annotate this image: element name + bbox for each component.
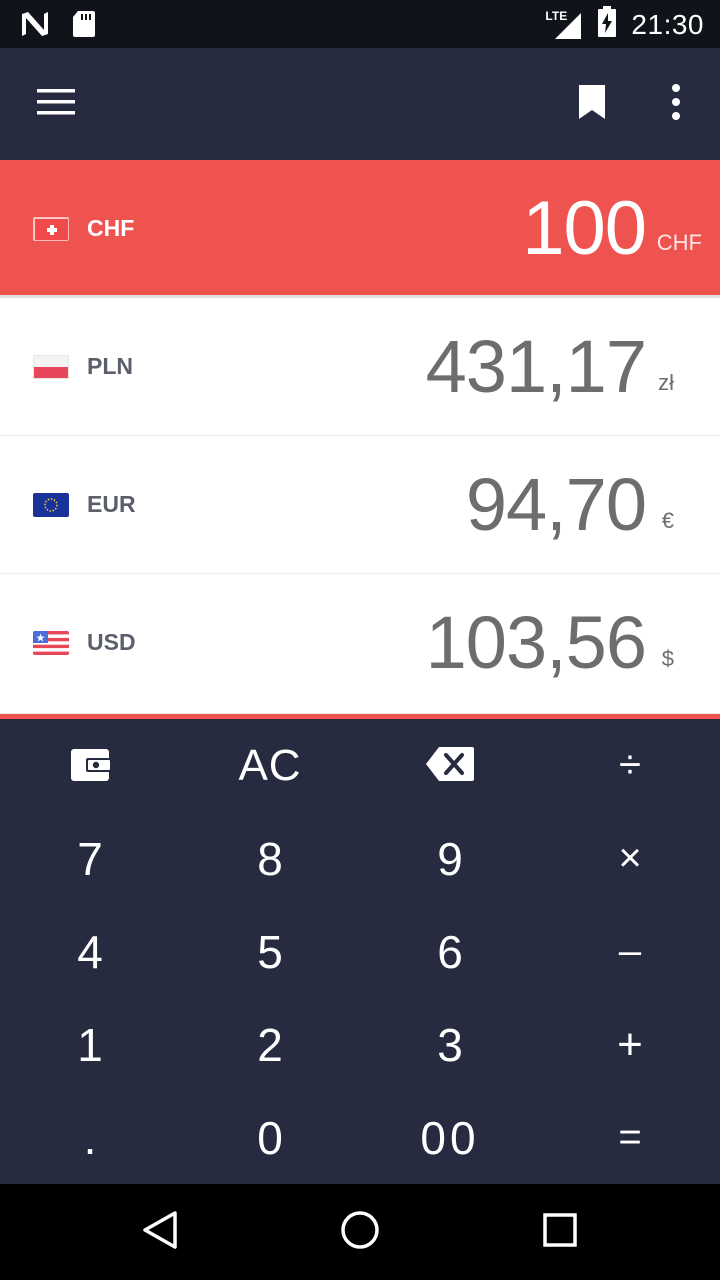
home-nav-icon [340, 1210, 380, 1255]
currency-code: USD [87, 629, 136, 655]
back-button[interactable] [136, 1208, 184, 1256]
key-7[interactable]: 7 [0, 812, 180, 905]
backspace-icon [425, 739, 475, 793]
currency-unit: € [661, 508, 674, 533]
clock: 21:30 [631, 8, 704, 40]
currency-amount: 94,70 [465, 463, 647, 546]
app-bar [0, 48, 720, 160]
minus-button[interactable]: – [540, 905, 720, 998]
plus-button[interactable]: + [540, 998, 720, 1091]
equals-button[interactable]: = [540, 1091, 720, 1184]
currency-unit: $ [661, 646, 674, 671]
lte-signal-icon: LTE [545, 8, 583, 41]
home-button[interactable] [336, 1208, 384, 1256]
more-options-button[interactable] [648, 76, 704, 132]
key-6[interactable]: 6 [360, 905, 540, 998]
all-clear-button[interactable]: AC [180, 719, 360, 812]
currency-code: PLN [87, 353, 133, 379]
menu-button[interactable] [28, 76, 84, 132]
recents-nav-icon [542, 1212, 578, 1253]
key-2[interactable]: 2 [180, 998, 360, 1091]
recents-button[interactable] [536, 1208, 584, 1256]
swiss-flag-icon [33, 217, 69, 241]
currency-amount: 100 [522, 186, 647, 271]
more-vert-icon [671, 83, 681, 125]
key-3[interactable]: 3 [360, 998, 540, 1091]
decimal-point-button[interactable]: . [0, 1091, 180, 1184]
menu-icon [37, 88, 75, 121]
sd-card-icon [72, 10, 96, 43]
currency-unit: zł [658, 370, 674, 395]
calculator-keypad: AC ÷ 7 8 9 × 4 5 6 – 1 2 3 + . 0 00 = [0, 719, 720, 1182]
status-bar: LTE 21:30 [0, 0, 720, 48]
wallet-button[interactable] [0, 719, 180, 812]
bookmark-icon [577, 83, 607, 126]
bookmark-button[interactable] [564, 76, 620, 132]
key-5[interactable]: 5 [180, 905, 360, 998]
back-nav-icon [141, 1210, 179, 1255]
currency-row-eur[interactable]: EUR 94,70 € [0, 436, 720, 574]
currency-unit: CHF [656, 230, 702, 255]
currency-amount: 431,17 [425, 325, 647, 408]
polish-flag-icon [33, 355, 69, 379]
key-9[interactable]: 9 [360, 812, 540, 905]
currency-amount: 103,56 [425, 601, 647, 684]
currency-row-pln[interactable]: PLN 431,17 zł [0, 298, 720, 436]
currency-code: EUR [87, 491, 136, 517]
battery-charging-icon [597, 6, 617, 43]
key-4[interactable]: 4 [0, 905, 180, 998]
us-flag-icon [33, 631, 69, 655]
key-1[interactable]: 1 [0, 998, 180, 1091]
wallet-icon [70, 739, 110, 793]
system-nav-bar [0, 1184, 720, 1280]
currency-row-usd[interactable]: USD 103,56 $ [0, 574, 720, 714]
key-8[interactable]: 8 [180, 812, 360, 905]
divide-button[interactable]: ÷ [540, 719, 720, 812]
notification-n-icon [20, 10, 50, 43]
multiply-button[interactable]: × [540, 812, 720, 905]
backspace-button[interactable] [360, 719, 540, 812]
eu-flag-icon [33, 493, 69, 517]
key-0[interactable]: 0 [180, 1091, 360, 1184]
currency-code: CHF [87, 215, 135, 241]
currency-row-chf[interactable]: CHF 100 CHF [0, 160, 720, 298]
key-00[interactable]: 00 [360, 1091, 540, 1184]
network-type-label: LTE [545, 8, 569, 23]
